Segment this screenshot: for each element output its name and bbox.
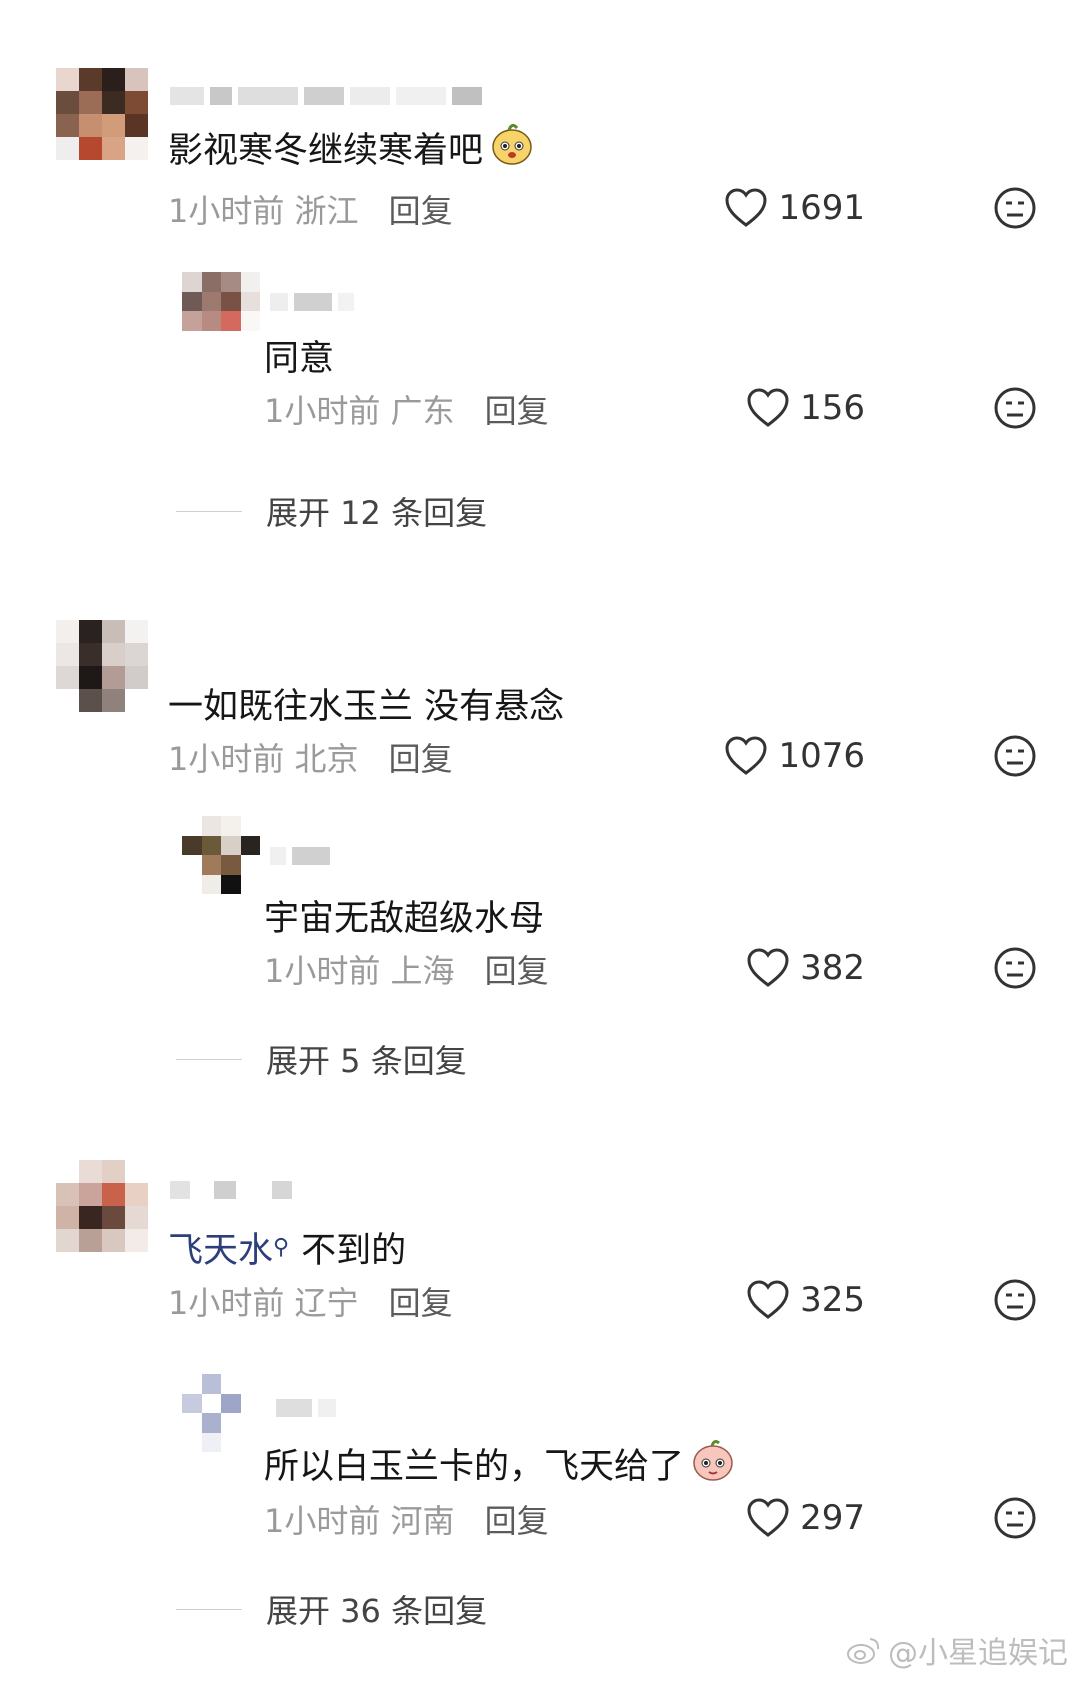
comment-text-rest: 不到的 (301, 1231, 407, 1271)
like-count: 1691 (778, 188, 865, 228)
comment-text: 飞天水 ⚲ 不到的 (168, 1222, 406, 1273)
expand-replies-button[interactable]: 展开 36 条回复 (176, 1586, 487, 1632)
like-count: 325 (800, 1280, 865, 1320)
avatar[interactable] (56, 68, 148, 160)
like-button[interactable]: 297 (746, 1498, 865, 1538)
heart-outline-icon (747, 1280, 789, 1319)
location: 广东 (390, 392, 455, 430)
reply-button[interactable]: 回复 (485, 946, 549, 992)
divider (176, 1058, 242, 1060)
username[interactable] (170, 1176, 292, 1204)
location: 河南 (390, 1502, 455, 1540)
time: 1小时前 (168, 1284, 285, 1322)
divider (176, 510, 242, 512)
location: 上海 (390, 952, 455, 990)
avatar[interactable] (56, 1160, 148, 1252)
reply-button[interactable]: 回复 (485, 386, 549, 432)
reply-meta: 1小时前 上海 回复 (264, 946, 549, 992)
like-button[interactable]: 382 (746, 948, 865, 988)
expand-label: 展开 36 条回复 (266, 1592, 488, 1630)
like-button[interactable]: 325 (746, 1280, 865, 1320)
neutral-face-icon[interactable] (993, 734, 1037, 778)
like-button[interactable]: 156 (746, 388, 865, 428)
avatar[interactable] (56, 620, 148, 712)
reply-meta: 1小时前 广东 回复 (264, 386, 549, 432)
location: 北京 (294, 740, 359, 778)
time: 1小时前 (264, 392, 381, 430)
reply-text: 所以白玉兰卡的，飞天给了 (264, 1436, 736, 1491)
reply-button[interactable]: 回复 (389, 734, 453, 780)
heart-outline-icon (747, 1498, 789, 1537)
like-count: 156 (800, 388, 865, 428)
comment-text: 一如既往水玉兰 没有悬念 (168, 687, 565, 727)
location: 浙江 (294, 192, 359, 230)
comment-meta: 1小时前 北京 回复 (168, 734, 453, 780)
heart-outline-icon (725, 736, 767, 775)
emoji-icon (489, 120, 535, 175)
reply-button[interactable]: 回复 (389, 186, 453, 232)
comment-meta: 1小时前 浙江 回复 (168, 186, 453, 232)
time: 1小时前 (264, 952, 381, 990)
location: 辽宁 (294, 1284, 359, 1322)
neutral-face-icon[interactable] (993, 1496, 1037, 1540)
like-count: 297 (800, 1498, 865, 1538)
heart-outline-icon (747, 388, 789, 427)
reply-text: 同意 (264, 339, 335, 379)
reply-button[interactable]: 回复 (389, 1278, 453, 1324)
comment-text: 影视寒冬继续寒着吧 (168, 122, 535, 172)
neutral-face-icon[interactable] (993, 946, 1037, 990)
neutral-face-icon[interactable] (993, 1278, 1037, 1322)
watermark: @小星追娱记 (846, 1628, 1068, 1672)
search-icon[interactable]: ⚲ (273, 1235, 289, 1260)
expand-replies-button[interactable]: 展开 5 条回复 (176, 1036, 467, 1082)
heart-outline-icon (725, 188, 767, 227)
comment-meta: 1小时前 辽宁 回复 (168, 1278, 453, 1324)
watermark-text: @小星追娱记 (888, 1636, 1068, 1671)
username[interactable] (170, 82, 482, 110)
expand-replies-button[interactable]: 展开 12 条回复 (176, 488, 487, 534)
reply-avatar[interactable] (182, 816, 260, 894)
time: 1小时前 (168, 740, 285, 778)
neutral-face-icon[interactable] (993, 386, 1037, 430)
neutral-face-icon[interactable] (993, 186, 1037, 230)
weibo-logo-icon (847, 1638, 880, 1664)
reply-avatar[interactable] (182, 272, 260, 350)
search-link[interactable]: 飞天水 (168, 1222, 273, 1273)
expand-label: 展开 5 条回复 (266, 1042, 467, 1080)
reply-text: 宇宙无敌超级水母 (264, 899, 545, 939)
reply-avatar[interactable] (182, 1374, 260, 1452)
reply-button[interactable]: 回复 (485, 1496, 549, 1542)
expand-label: 展开 12 条回复 (266, 494, 488, 532)
divider (176, 1608, 242, 1610)
like-count: 1076 (778, 736, 865, 776)
reply-username[interactable] (270, 288, 354, 316)
like-count: 382 (800, 948, 865, 988)
reply-meta: 1小时前 河南 回复 (264, 1496, 549, 1542)
reply-username[interactable] (270, 842, 330, 870)
reply-username[interactable] (276, 1394, 336, 1422)
time: 1小时前 (264, 1502, 381, 1540)
emoji-icon (690, 1436, 736, 1491)
like-button[interactable]: 1076 (724, 736, 865, 776)
like-button[interactable]: 1691 (724, 188, 865, 228)
heart-outline-icon (747, 948, 789, 987)
time: 1小时前 (168, 192, 285, 230)
